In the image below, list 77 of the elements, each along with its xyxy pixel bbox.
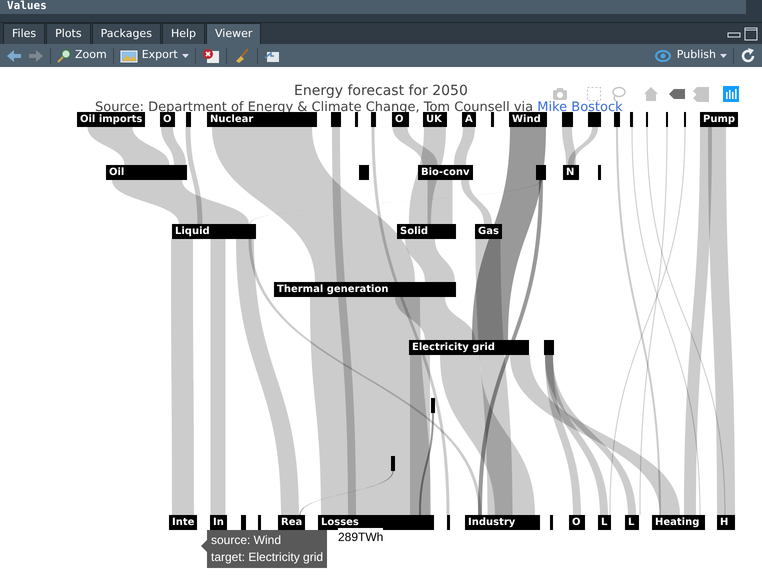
chart-title: Energy forecast for 2050	[294, 82, 468, 101]
sankey-node[interactable]	[359, 165, 369, 180]
sankey-node[interactable]: Bio-conv	[418, 165, 473, 180]
box-select-icon[interactable]	[586, 86, 602, 102]
sankey-node[interactable]: Solid	[397, 224, 456, 239]
sankey-node[interactable]: Inte	[169, 515, 198, 530]
sankey-node[interactable]	[588, 112, 601, 127]
flow-link[interactable]	[419, 413, 434, 515]
sankey-node[interactable]	[355, 112, 358, 127]
sankey-node[interactable]: N	[563, 165, 579, 180]
caret-icon	[720, 54, 727, 58]
sankey-node[interactable]: A	[462, 112, 476, 127]
sankey-node[interactable]	[598, 165, 601, 180]
sankey-node[interactable]: Oil	[106, 165, 187, 180]
plotly-logo-icon[interactable]	[723, 86, 739, 102]
sankey-node[interactable]: Nuclear	[207, 112, 317, 127]
sankey-node[interactable]: L	[598, 515, 611, 530]
sankey-node[interactable]	[491, 112, 494, 127]
panel-tab[interactable]: Help	[162, 23, 206, 44]
author-link[interactable]: Mike Bostock	[537, 100, 623, 115]
sankey-node[interactable]	[447, 515, 450, 530]
sankey-node[interactable]: Losses	[318, 515, 434, 530]
panel-tab[interactable]: Files	[3, 23, 46, 44]
sankey-node[interactable]: Oil imports	[77, 112, 146, 127]
forward-arrow-icon[interactable]	[28, 48, 44, 62]
sankey-node[interactable]: O	[160, 112, 175, 127]
sankey-node[interactable]: UK	[423, 112, 447, 127]
back-arrow-icon[interactable]	[6, 48, 22, 62]
tags-icon[interactable]	[692, 86, 710, 102]
sankey-node[interactable]: Pump	[700, 112, 738, 127]
sankey-node[interactable]	[391, 456, 395, 471]
picture-icon	[120, 48, 138, 62]
panel-tab[interactable]: Viewer	[206, 23, 262, 44]
zoom-button[interactable]: Zoom	[57, 47, 107, 64]
panel-title: Values	[0, 0, 746, 14]
sankey-node[interactable]: Wind	[509, 112, 547, 127]
sankey-node[interactable]	[431, 398, 435, 413]
sankey-node[interactable]: L	[625, 515, 639, 530]
magnifier-icon	[57, 48, 71, 62]
sankey-node[interactable]	[562, 112, 573, 127]
sankey-node[interactable]: Rea	[278, 515, 306, 530]
export-button[interactable]: Export	[120, 47, 189, 64]
publish-eye-icon	[652, 48, 673, 62]
sankey-node[interactable]	[186, 112, 191, 127]
sankey-node[interactable]	[550, 515, 553, 530]
sankey-node[interactable]	[371, 112, 376, 127]
sankey-node[interactable]	[536, 165, 546, 180]
sankey-node[interactable]: H	[717, 515, 735, 530]
panel-tab[interactable]: Packages	[92, 23, 161, 44]
sankey-node[interactable]	[258, 515, 261, 530]
sankey-node[interactable]: Industry	[465, 515, 540, 530]
sankey-node[interactable]: Thermal generation	[274, 282, 456, 297]
lasso-icon[interactable]	[610, 86, 626, 102]
sankey-node[interactable]: Gas	[475, 224, 502, 239]
caret-icon	[182, 54, 189, 58]
panel-tab[interactable]: Plots	[46, 23, 91, 44]
sankey-node[interactable]: In	[210, 515, 227, 530]
sankey-node[interactable]: O	[569, 515, 585, 530]
camera-icon[interactable]	[552, 86, 568, 102]
tooltip-text: target: Electricity grid	[211, 549, 324, 566]
popout-window-icon[interactable]	[264, 48, 280, 62]
sankey-node[interactable]	[614, 112, 620, 127]
tooltip-text: source: Wind	[211, 532, 282, 549]
sankey-node[interactable]: O	[392, 112, 409, 127]
refresh-icon[interactable]	[740, 48, 756, 64]
sankey-node[interactable]	[544, 340, 554, 355]
sankey-node[interactable]: Liquid	[172, 224, 256, 239]
publish-button[interactable]: Publish	[652, 47, 727, 64]
home-icon[interactable]	[643, 86, 659, 102]
sankey-node[interactable]	[241, 515, 246, 530]
remove-viewer-icon[interactable]	[202, 48, 220, 64]
sankey-node[interactable]: Heating	[652, 515, 705, 530]
maximize-icon[interactable]	[744, 27, 758, 41]
tag-icon[interactable]	[668, 86, 686, 102]
sankey-node[interactable]	[630, 112, 633, 127]
sankey-node[interactable]	[331, 112, 341, 127]
sankey-node[interactable]: Electricity grid	[409, 340, 529, 355]
